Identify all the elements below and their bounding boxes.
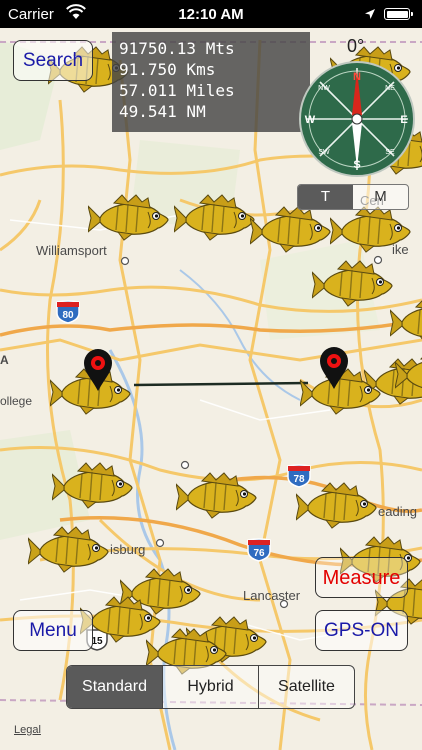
distance-miles: 57.011 Miles [119,81,235,100]
distance-readout-panel: 91750.13 Mts 91.750 Kms 57.011 Miles 49.… [112,32,310,132]
menu-button[interactable]: Menu [13,610,93,651]
compass-se: SE [385,149,395,156]
battery-icon [384,8,413,20]
fish-marker-icon[interactable] [390,298,422,346]
compass-ne: NE [385,85,395,92]
city-label-williamsport: Williamsport [36,243,107,258]
search-button[interactable]: Search [13,40,93,81]
city-label-lancaster: Lancaster [243,588,301,603]
measure-button[interactable]: Measure [315,557,408,598]
map-type-satellite[interactable]: Satellite [258,666,354,708]
clock-time: 12:10 AM [178,6,244,23]
end-pin-icon[interactable] [319,346,349,390]
state-label-fragment: A [0,353,9,367]
interstate-76-shield: 76 [246,538,272,562]
compass-n: N [353,71,361,83]
compass-rose-icon[interactable]: N E S W NE SE SW NW [298,60,416,178]
location-arrow-icon [364,7,376,19]
fish-marker-icon[interactable] [88,194,176,242]
legal-link[interactable]: Legal [14,724,41,736]
tm-option-m[interactable]: M [353,185,408,209]
fish-marker-icon[interactable] [330,206,418,254]
compass-heading: 0° [347,36,365,56]
tm-option-t[interactable]: T [298,185,353,209]
fish-marker-icon[interactable] [28,526,116,574]
compass-nw: NW [318,85,330,92]
battery-fill [386,10,408,18]
interstate-80-shield: 80 [55,300,81,324]
interstate-80-label: 80 [62,310,74,321]
compass-w: W [305,114,316,126]
fish-marker-icon[interactable] [52,462,140,510]
true-magnetic-toggle[interactable]: T M [297,184,409,210]
map-type-standard[interactable]: Standard [67,666,162,708]
start-pin-icon[interactable] [83,348,113,392]
map-type-segmented-control[interactable]: Standard Hybrid Satellite [66,665,355,709]
compass-s: S [353,159,360,171]
distance-kilometers: 91.750 Kms [119,60,216,79]
map-type-hybrid[interactable]: Hybrid [162,666,258,708]
distance-nautical-miles: 49.541 NM [119,102,206,121]
gps-toggle-button[interactable]: GPS-ON [315,610,408,651]
fish-marker-icon[interactable] [250,206,338,254]
fish-marker-icon[interactable] [296,482,384,530]
city-label-state-fragment: ollege [0,394,33,408]
compass-e: E [400,114,407,126]
fish-marker-icon[interactable] [174,194,262,242]
interstate-76-label: 76 [253,548,265,559]
compass-sw: SW [318,149,330,156]
fish-marker-icon[interactable] [176,472,264,520]
distance-meters: 91750.13 Mts [119,39,235,58]
fish-marker-icon[interactable] [312,260,400,308]
fish-marker-icon[interactable] [395,350,422,398]
status-bar: Carrier 12:10 AM [0,0,422,28]
